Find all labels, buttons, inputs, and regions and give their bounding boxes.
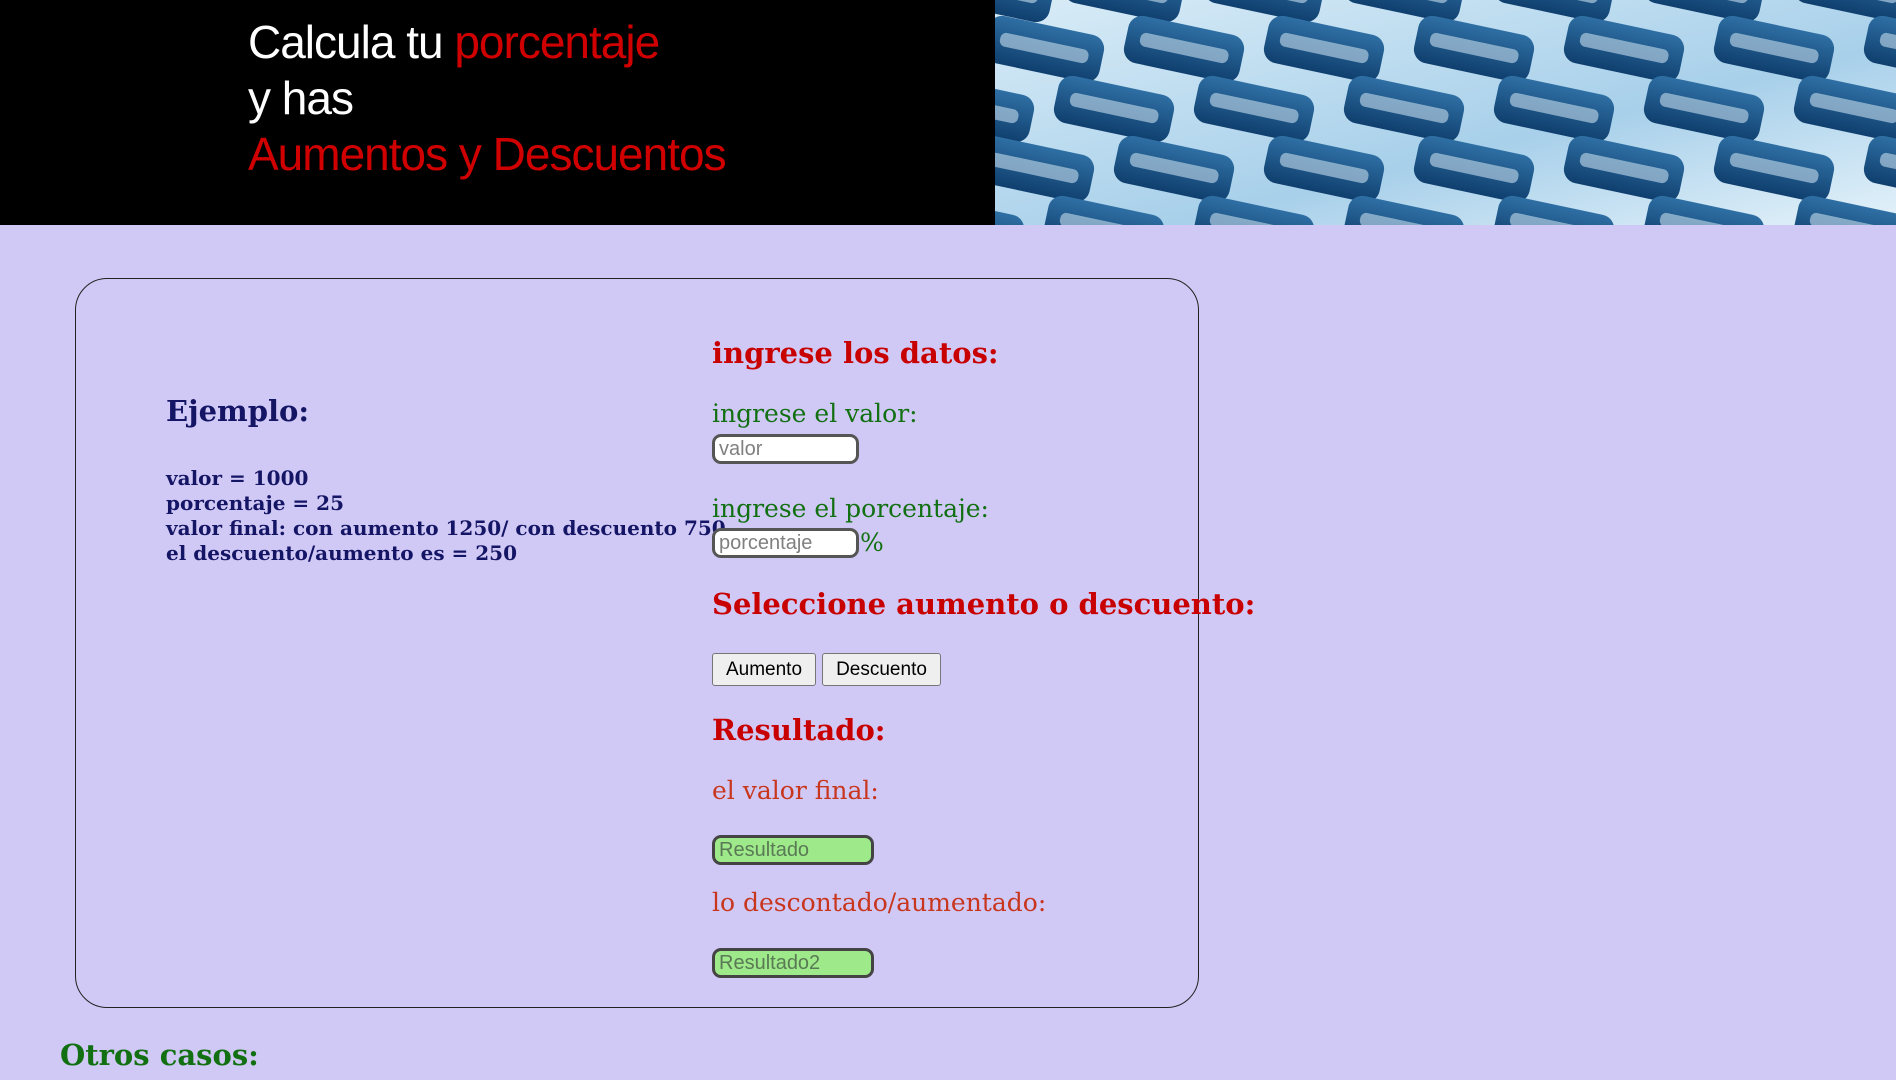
- example-line: porcentaje = 25: [166, 491, 344, 515]
- valor-final-label: el valor final:: [712, 776, 879, 805]
- porcentaje-label: ingrese el porcentaje:: [712, 494, 989, 523]
- form-heading: ingrese los datos:: [712, 336, 999, 370]
- descontado-label: lo descontado/aumentado:: [712, 888, 1047, 917]
- valor-label: ingrese el valor:: [712, 399, 918, 428]
- example-line: valor = 1000: [166, 466, 309, 490]
- resultado2-output[interactable]: [712, 948, 874, 978]
- calculator-keypad-image: [995, 0, 1896, 225]
- example-line: el descuento/aumento es = 250: [166, 541, 518, 565]
- resultado-heading: Resultado:: [712, 713, 886, 747]
- title-highlight: porcentaje: [454, 16, 660, 68]
- porcentaje-input[interactable]: [712, 528, 859, 558]
- descuento-button[interactable]: Descuento: [822, 653, 941, 686]
- title-line2: y has: [248, 72, 354, 124]
- aumento-button[interactable]: Aumento: [712, 653, 816, 686]
- title-line3: Aumentos y Descuentos: [248, 128, 727, 180]
- select-heading: Seleccione aumento o descuento:: [712, 587, 1256, 621]
- example-line: valor final: con aumento 1250/ con descu…: [166, 516, 726, 540]
- page-title: Calcula tu porcentaje y has Aumentos y D…: [248, 14, 727, 182]
- percent-sign: %: [860, 528, 884, 557]
- valor-input[interactable]: [712, 434, 859, 464]
- example-title: Ejemplo:: [166, 394, 310, 428]
- resultado-output[interactable]: [712, 835, 874, 865]
- otros-casos-heading: Otros casos:: [60, 1038, 259, 1072]
- example-lines: valor = 1000 porcentaje = 25 valor final…: [166, 466, 726, 566]
- title-part1: Calcula tu: [248, 16, 455, 68]
